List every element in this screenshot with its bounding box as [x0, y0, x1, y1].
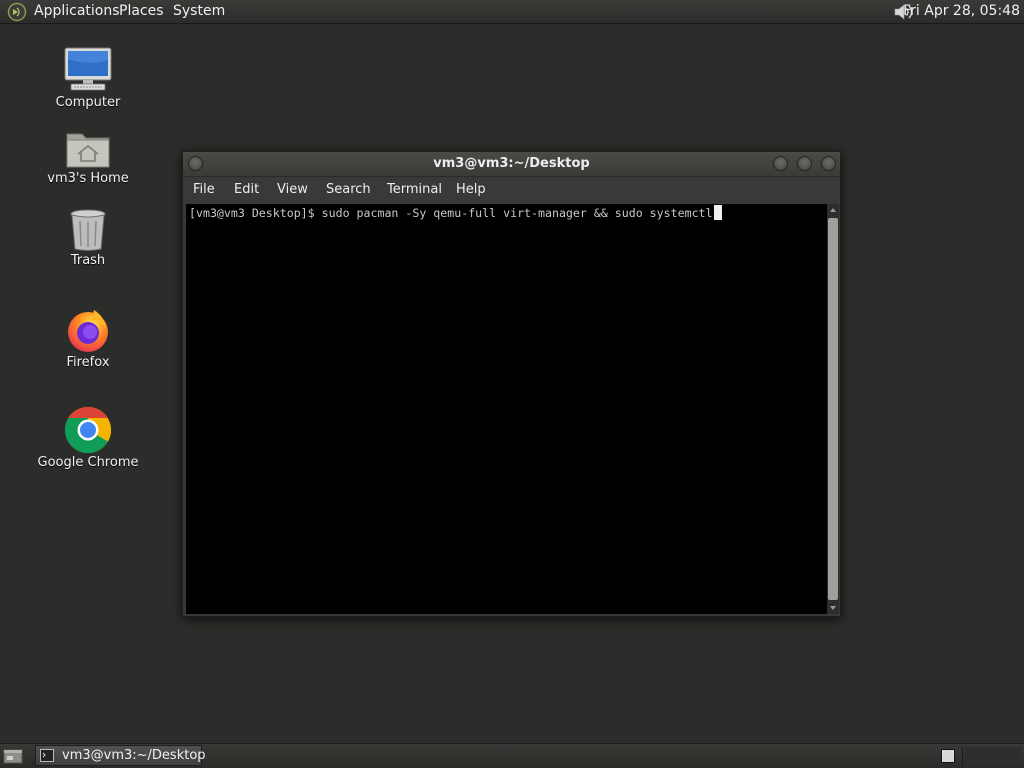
close-button[interactable]	[821, 156, 836, 171]
menu-search[interactable]: Search	[326, 182, 371, 197]
firefox-icon	[68, 310, 108, 352]
desktop-icon-chrome[interactable]: Google Chrome	[28, 406, 148, 470]
command-line: [vm3@vm3 Desktop]$ sudo pacman -Sy qemu-…	[189, 205, 722, 220]
system-menu[interactable]: System	[173, 3, 225, 19]
desktop-icon-firefox[interactable]: Firefox	[28, 306, 148, 370]
menu-file[interactable]: File	[193, 182, 215, 197]
window-title: vm3@vm3:~/Desktop	[433, 156, 590, 171]
workspace-1[interactable]	[941, 749, 955, 763]
shell-prompt: [vm3@vm3 Desktop]$	[189, 206, 322, 220]
places-menu[interactable]: Places	[119, 3, 164, 19]
menu-view[interactable]: View	[277, 182, 308, 197]
window-titlebar[interactable]: vm3@vm3:~/Desktop	[183, 152, 840, 177]
terminal-output[interactable]: [vm3@vm3 Desktop]$ sudo pacman -Sy qemu-…	[186, 204, 827, 614]
home-folder-icon	[66, 133, 110, 168]
distro-logo-icon[interactable]	[7, 2, 27, 22]
text-cursor	[713, 205, 722, 220]
taskbar-terminal-button[interactable]: vm3@vm3:~/Desktop	[35, 745, 206, 766]
scrollbar-thumb[interactable]	[828, 218, 838, 600]
desktop-icon-computer[interactable]: Computer	[28, 46, 148, 110]
scroll-down-arrow-icon[interactable]	[827, 602, 839, 614]
chrome-icon	[64, 406, 112, 454]
applications-menu[interactable]: Applications	[34, 3, 120, 19]
desktop-icon-trash[interactable]: Trash	[28, 208, 148, 268]
computer-icon	[64, 47, 112, 91]
menu-edit[interactable]: Edit	[234, 182, 259, 197]
maximize-button[interactable]	[797, 156, 812, 171]
trash-icon	[70, 209, 106, 251]
terminal-window[interactable]: vm3@vm3:~/Desktop File Edit View Search …	[182, 151, 841, 617]
desktop-icon-label: Computer	[55, 95, 121, 110]
bottom-panel: vm3@vm3:~/Desktop	[0, 743, 1024, 768]
desktop-icon-label: Google Chrome	[37, 455, 139, 470]
workspace-2[interactable]	[965, 747, 1021, 766]
minimize-button[interactable]	[773, 156, 788, 171]
typed-command: sudo pacman -Sy qemu-full virt-manager &…	[321, 206, 713, 220]
taskbar-button-label: vm3@vm3:~/Desktop	[62, 748, 206, 763]
scroll-up-arrow-icon[interactable]	[827, 204, 839, 216]
terminal-menubar: File Edit View Search Terminal Help	[183, 177, 840, 203]
menu-help[interactable]: Help	[456, 182, 486, 197]
menu-terminal[interactable]: Terminal	[387, 182, 442, 197]
terminal-icon	[40, 749, 54, 762]
desktop-icon-label: Firefox	[66, 355, 110, 370]
top-panel: Applications Places System Fri Apr 28, 0…	[0, 0, 1024, 24]
desktop-icon-label: vm3's Home	[47, 171, 129, 186]
vertical-scrollbar[interactable]	[827, 204, 839, 614]
workspace-divider	[962, 747, 963, 766]
show-desktop-icon[interactable]	[3, 747, 23, 765]
clock[interactable]: Fri Apr 28, 05:48	[903, 3, 1020, 19]
desktop-icon-home[interactable]: vm3's Home	[28, 128, 148, 186]
desktop-icon-label: Trash	[70, 253, 106, 268]
